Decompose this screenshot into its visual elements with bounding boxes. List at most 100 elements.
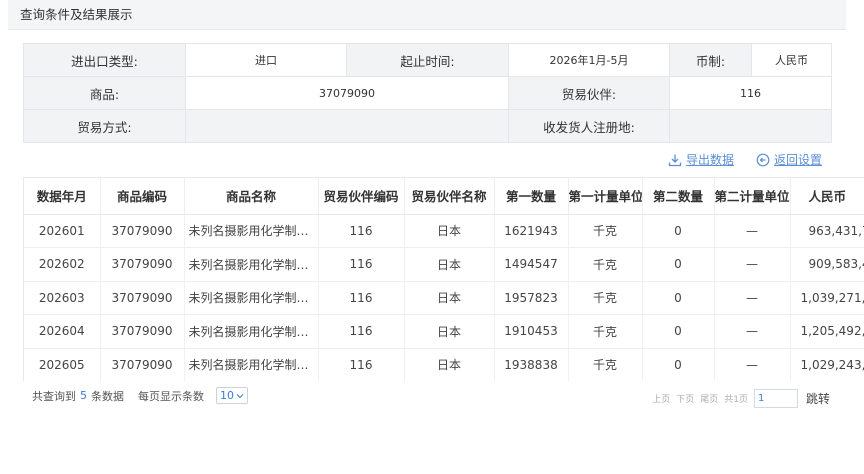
header-partner-name[interactable]: 贸易伙伴名称: [404, 178, 495, 215]
table-row: 202602 37079090 未列名摄影用化学制剂... 116 日本 149…: [24, 247, 864, 282]
total-count: 5: [80, 389, 87, 402]
cell-second-unit: —: [714, 281, 791, 315]
header-second-quantity[interactable]: 第二数量: [642, 178, 715, 215]
cell-partner-name: 日本: [404, 247, 495, 282]
cell-first-quantity: 1957823: [494, 281, 569, 315]
partner-value: 116: [669, 76, 832, 110]
cell-second-quantity: 0: [642, 214, 715, 248]
header-first-unit[interactable]: 第一计量单位: [568, 178, 643, 215]
cell-first-quantity: 1621943: [494, 214, 569, 248]
chevron-down-icon: [236, 393, 244, 398]
page-total: 共1页: [724, 395, 748, 405]
header-goods-name[interactable]: 商品名称: [184, 178, 319, 215]
cell-rmb: 909,583,4: [790, 247, 864, 282]
cell-partner-name: 日本: [404, 214, 495, 248]
cell-second-quantity: 0: [642, 314, 715, 349]
partner-label: 贸易伙伴:: [508, 76, 670, 110]
trade-type-label: 进出口类型:: [23, 43, 186, 77]
cell-rmb: 1,029,243,: [790, 348, 864, 381]
cell-second-unit: —: [714, 247, 791, 282]
cell-first-quantity: 1910453: [494, 314, 569, 349]
goods-label: 商品:: [23, 76, 186, 110]
page-size-select[interactable]: 10: [216, 387, 248, 404]
cell-second-unit: —: [714, 348, 791, 381]
cell-first-quantity: 1494547: [494, 247, 569, 282]
cell-first-unit: 千克: [568, 214, 643, 248]
total-suffix: 条数据: [91, 389, 124, 403]
table-row: 202601 37079090 未列名摄影用化学制剂... 116 日本 162…: [24, 214, 864, 248]
cell-data-month: 202602: [24, 247, 101, 282]
cell-goods-code: 37079090: [100, 214, 185, 248]
cell-first-unit: 千克: [568, 247, 643, 282]
cell-partner-name: 日本: [404, 281, 495, 315]
results-table-container[interactable]: 数据年月 商品编码 商品名称 贸易伙伴编码 贸易伙伴名称 第一数量 第一计量单位…: [23, 177, 864, 381]
cell-partner-code: 116: [318, 281, 405, 315]
cell-data-month: 202605: [24, 348, 101, 381]
cell-goods-name: 未列名摄影用化学制剂...: [184, 214, 319, 248]
page-number-input[interactable]: [753, 389, 798, 408]
total-prefix: 共查询到: [32, 389, 76, 403]
cell-second-quantity: 0: [642, 247, 715, 282]
consignee-value: [669, 109, 832, 143]
cell-goods-name: 未列名摄影用化学制剂...: [184, 247, 319, 282]
cell-goods-code: 37079090: [100, 281, 185, 315]
header-second-unit[interactable]: 第二计量单位: [714, 178, 791, 215]
header-rmb[interactable]: 人民币: [790, 178, 864, 215]
download-icon: [668, 154, 682, 166]
panel-title: 查询条件及结果展示: [8, 0, 846, 30]
back-arrow-circle-icon: [756, 153, 770, 166]
goods-value: 37079090: [185, 76, 509, 110]
prev-page-link[interactable]: 上页: [652, 392, 670, 405]
results-table: 数据年月 商品编码 商品名称 贸易伙伴编码 贸易伙伴名称 第一数量 第一计量单位…: [24, 178, 864, 381]
cell-rmb: 1,205,492,: [790, 314, 864, 349]
cell-rmb: 1,039,271,: [790, 281, 864, 315]
header-partner-code[interactable]: 贸易伙伴编码: [318, 178, 405, 215]
header-goods-code[interactable]: 商品编码: [100, 178, 185, 215]
query-conditions-table: 进出口类型: 进口 起止时间: 2026年1月-5月 币制: 人民币 商品: 3…: [23, 43, 832, 143]
pagination: 上页 下页 尾页 共1页 跳转: [652, 389, 830, 408]
table-row: 202603 37079090 未列名摄影用化学制剂... 116 日本 195…: [24, 281, 864, 315]
results-header-row: 数据年月 商品编码 商品名称 贸易伙伴编码 贸易伙伴名称 第一数量 第一计量单位…: [24, 178, 864, 215]
jump-button[interactable]: 跳转: [806, 390, 830, 407]
trade-type-value: 进口: [185, 43, 347, 77]
header-first-quantity[interactable]: 第一数量: [494, 178, 569, 215]
cell-goods-code: 37079090: [100, 348, 185, 381]
trade-mode-label: 贸易方式:: [23, 109, 186, 143]
cell-partner-code: 116: [318, 247, 405, 282]
cell-first-quantity: 1938838: [494, 348, 569, 381]
cell-rmb: 963,431,7: [790, 214, 864, 248]
page-size-label: 每页显示条数: [138, 389, 204, 403]
last-page-link[interactable]: 尾页: [700, 392, 718, 405]
period-label: 起止时间:: [346, 43, 509, 77]
cell-data-month: 202604: [24, 314, 101, 349]
cell-goods-name: 未列名摄影用化学制剂...: [184, 348, 319, 381]
table-row: 202605 37079090 未列名摄影用化学制剂... 116 日本 193…: [24, 348, 864, 381]
cell-goods-name: 未列名摄影用化学制剂...: [184, 314, 319, 349]
cell-partner-name: 日本: [404, 348, 495, 381]
back-settings-label: 返回设置: [773, 153, 822, 167]
consignee-label: 收发货人注册地:: [508, 109, 670, 143]
export-data-button[interactable]: 导出数据: [668, 151, 734, 168]
currency-label: 币制:: [669, 43, 752, 77]
page-size-value: 10: [220, 389, 234, 402]
next-page-link[interactable]: 下页: [676, 392, 694, 405]
result-actions: 导出数据 返回设置: [668, 151, 822, 168]
currency-value: 人民币: [751, 43, 832, 77]
header-data-month[interactable]: 数据年月: [24, 178, 101, 215]
trade-mode-value: [185, 109, 509, 143]
cell-second-unit: —: [714, 214, 791, 248]
cell-data-month: 202603: [24, 281, 101, 315]
export-data-label: 导出数据: [685, 153, 734, 167]
cell-goods-code: 37079090: [100, 247, 185, 282]
cell-second-quantity: 0: [642, 348, 715, 381]
back-settings-button[interactable]: 返回设置: [756, 151, 822, 168]
cell-first-unit: 千克: [568, 281, 643, 315]
result-count-info: 共查询到 5 条数据 每页显示条数 10: [32, 387, 248, 404]
cell-partner-code: 116: [318, 314, 405, 349]
cell-partner-code: 116: [318, 348, 405, 381]
cell-goods-name: 未列名摄影用化学制剂...: [184, 281, 319, 315]
period-value: 2026年1月-5月: [508, 43, 670, 77]
cell-partner-name: 日本: [404, 314, 495, 349]
cell-goods-code: 37079090: [100, 314, 185, 349]
cell-second-unit: —: [714, 314, 791, 349]
